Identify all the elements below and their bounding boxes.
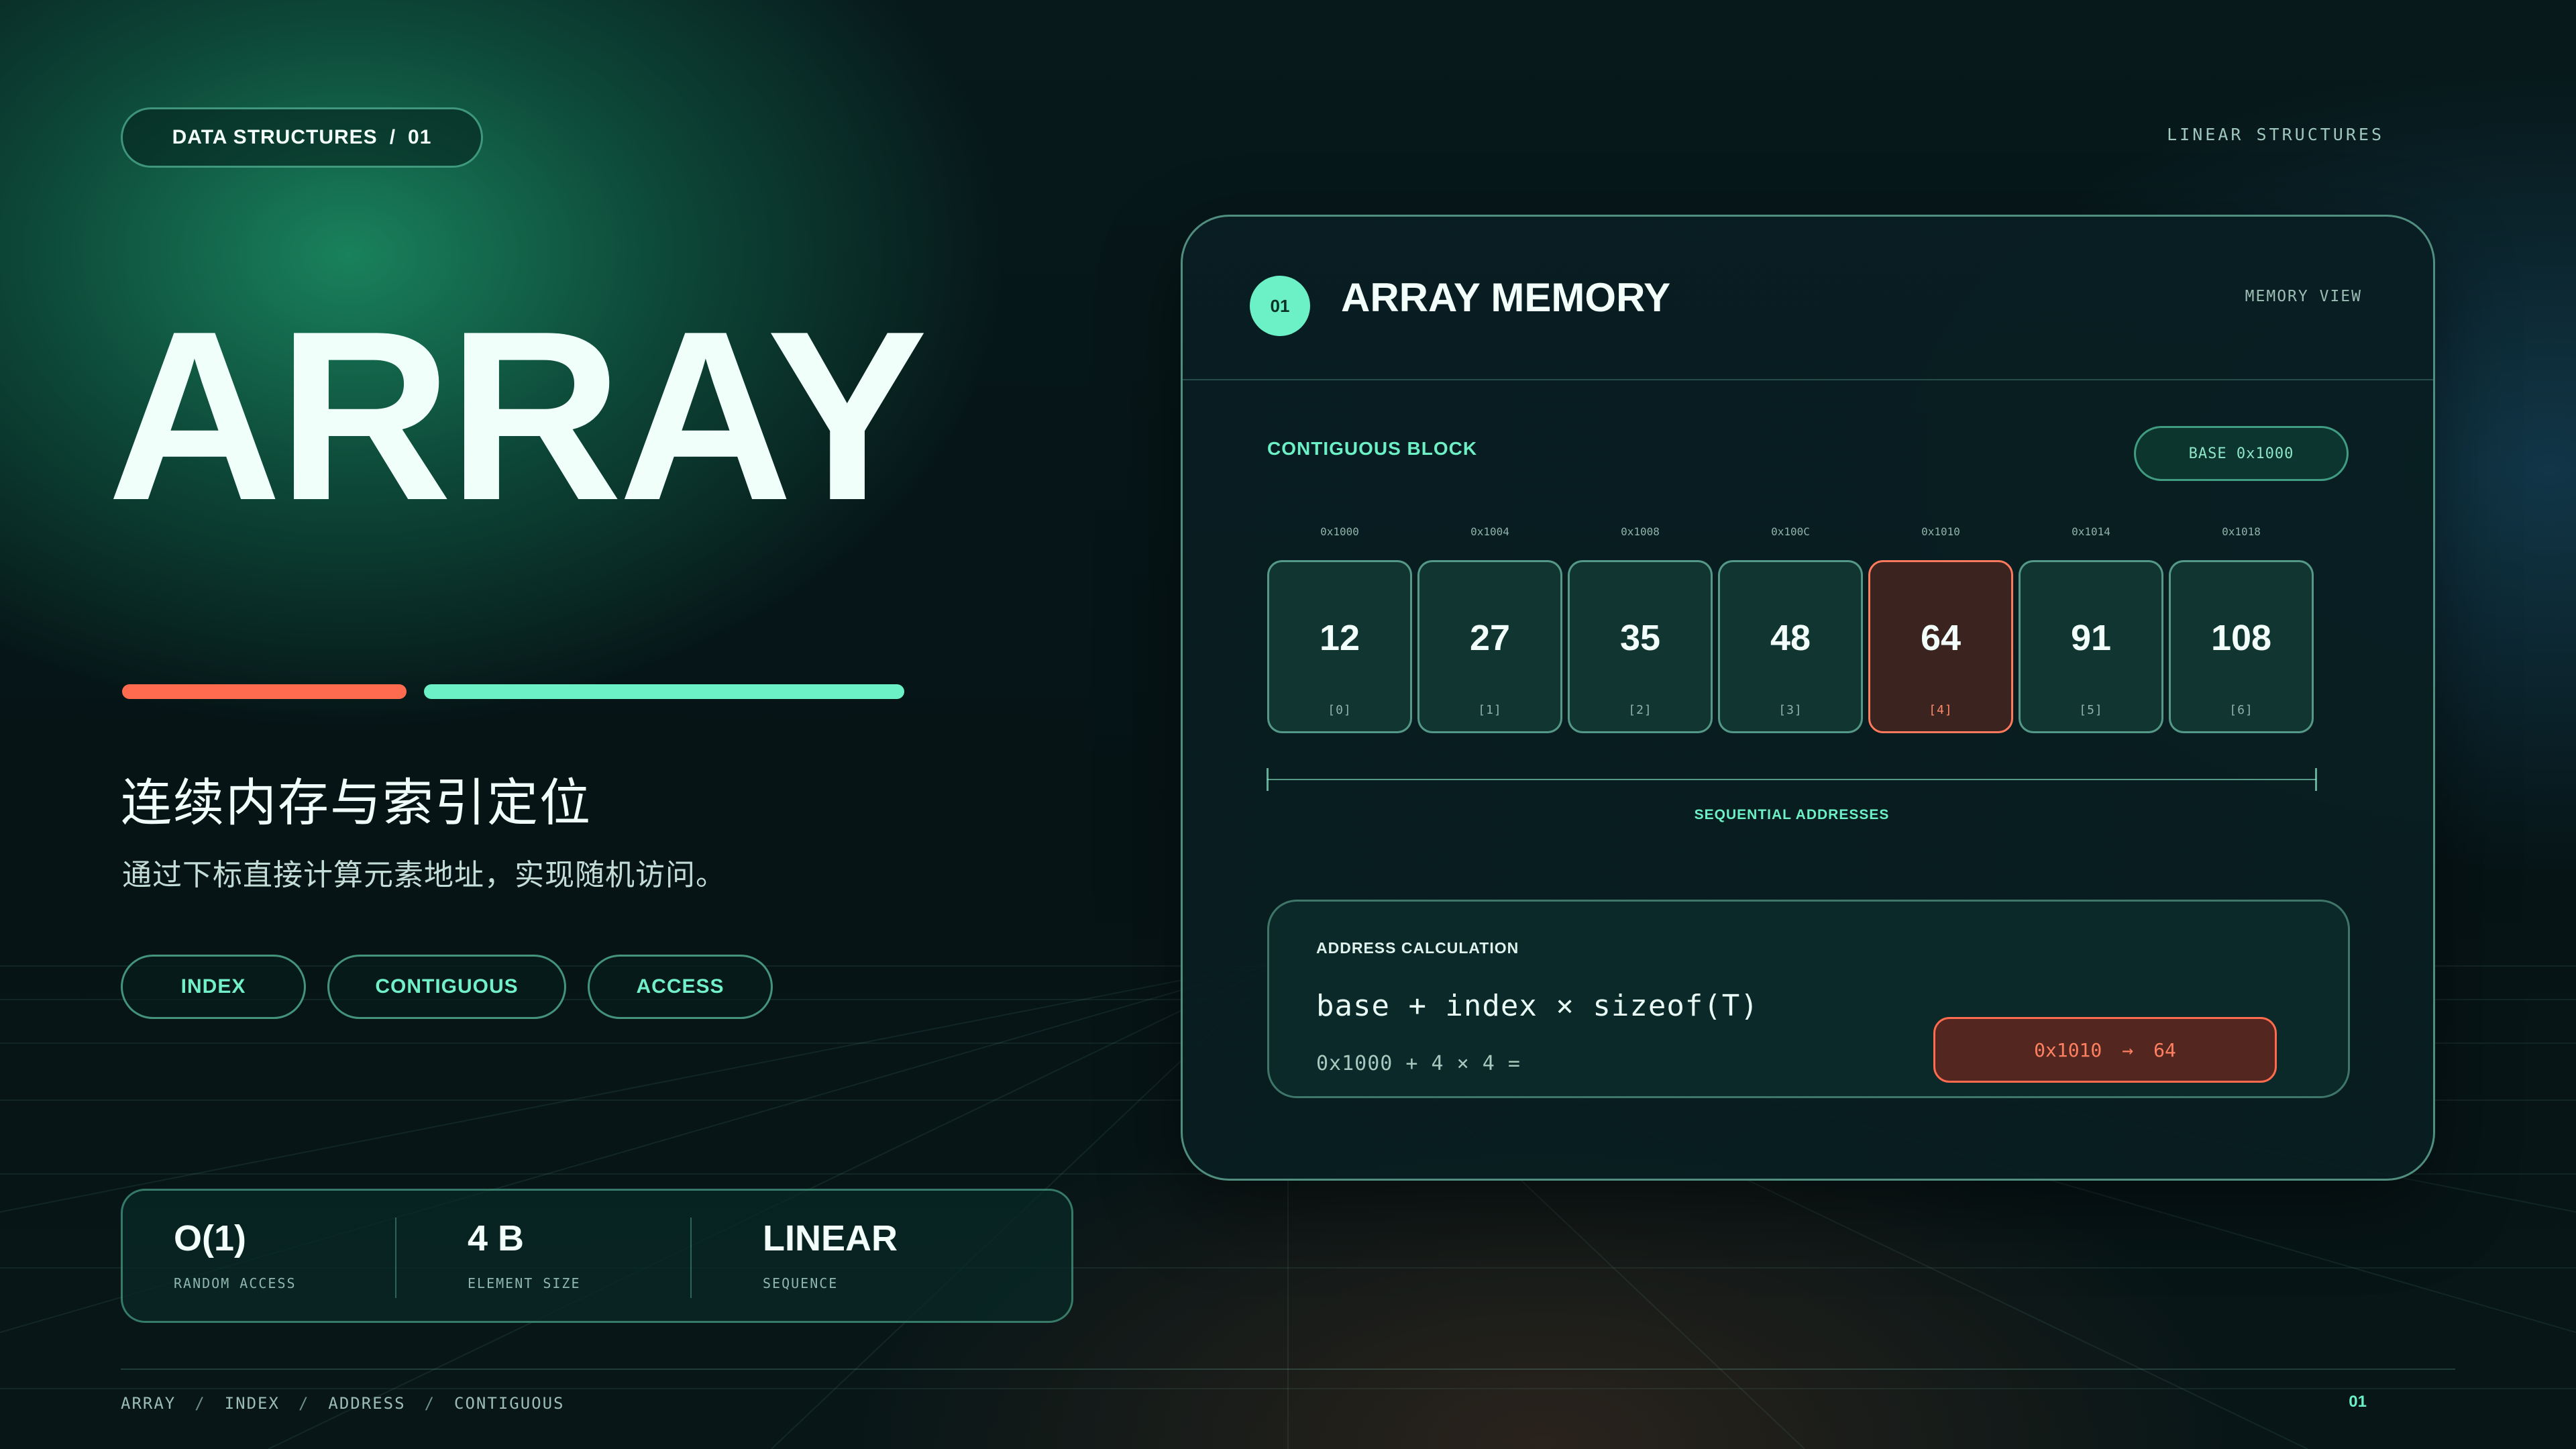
stat-value: 4 B — [468, 1218, 525, 1258]
section-tag-number: 01 — [408, 126, 432, 148]
address-calculation-panel: ADDRESS CALCULATION base + index × sizeo… — [1267, 900, 2350, 1098]
cell-address: 0x1000 — [1320, 525, 1359, 538]
cell-value: 27 — [1469, 618, 1511, 658]
stat-element-size: 4 B ELEMENT SIZE — [468, 1218, 581, 1291]
array-cell[interactable]: 27 [1] — [1417, 560, 1562, 733]
array-cell-highlighted[interactable]: 64 [4] — [1868, 560, 2013, 733]
cell-address: 0x100C — [1771, 525, 1810, 538]
chip-contiguous[interactable]: CONTIGUOUS — [327, 955, 566, 1019]
address-formula: base + index × sizeof(T) — [1316, 989, 1759, 1023]
cell-index: [4] — [1929, 703, 1953, 717]
bracket-tick — [2315, 768, 2317, 791]
arrow-right-icon: → — [2122, 1038, 2134, 1061]
cell-value: 12 — [1319, 618, 1360, 658]
hero-subtitle: 连续内存与索引定位 — [121, 773, 592, 833]
calc-label: ADDRESS CALCULATION — [1316, 939, 1519, 957]
footer-divider — [121, 1368, 2455, 1370]
cell-value: 48 — [1770, 618, 1811, 658]
formula-expression: 0x1000 + 4 × 4 = — [1316, 1052, 1521, 1075]
stats-panel: O(1) RANDOM ACCESS 4 B ELEMENT SIZE LINE… — [121, 1189, 1073, 1323]
result-pill: 0x1010 → 64 — [1933, 1017, 2277, 1083]
array-cell[interactable]: 91 [5] — [2019, 560, 2163, 733]
cell-index: [6] — [2229, 703, 2253, 717]
card-view-label: MEMORY VIEW — [2245, 288, 2362, 305]
breadcrumb: ARRAY / INDEX / ADDRESS / CONTIGUOUS — [121, 1394, 565, 1413]
cell-value: 35 — [1619, 618, 1661, 658]
stat-label: ELEMENT SIZE — [468, 1275, 581, 1291]
section-tag-pill: DATA STRUCTURES / 01 — [121, 107, 483, 168]
chip-access[interactable]: ACCESS — [588, 955, 773, 1019]
base-address-pill: BASE 0x1000 — [2134, 426, 2349, 481]
accent-bar-orange — [122, 684, 407, 699]
array-memory-card: 01 ARRAY MEMORY MEMORY VIEW CONTIGUOUS B… — [1181, 215, 2435, 1181]
result-value: 64 — [2153, 1038, 2176, 1061]
stat-divider — [690, 1218, 692, 1298]
breadcrumb-separator: / — [298, 1394, 310, 1413]
hero-title: ARRAY — [107, 281, 928, 551]
cell-index: [5] — [2079, 703, 2103, 717]
breadcrumb-item[interactable]: INDEX — [225, 1394, 280, 1413]
breadcrumb-item[interactable]: ARRAY — [121, 1394, 176, 1413]
card-number-badge: 01 — [1250, 276, 1310, 336]
card-divider — [1183, 379, 2433, 380]
cell-address: 0x1008 — [1621, 525, 1660, 538]
breadcrumb-item[interactable]: ADDRESS — [328, 1394, 405, 1413]
section-tag-label: DATA STRUCTURES — [172, 126, 378, 148]
array-cell[interactable]: 35 [2] — [1568, 560, 1713, 733]
stat-sequence: LINEAR SEQUENCE — [763, 1218, 898, 1291]
stat-random-access: O(1) RANDOM ACCESS — [174, 1218, 297, 1291]
stat-value: O(1) — [174, 1218, 246, 1258]
array-cell[interactable]: 12 [0] — [1267, 560, 1412, 733]
breadcrumb-separator: / — [195, 1394, 206, 1413]
contiguous-block-label: CONTIGUOUS BLOCK — [1267, 438, 1478, 459]
result-address: 0x1010 — [2034, 1038, 2102, 1061]
cell-index: [2] — [1628, 703, 1652, 717]
card-title: ARRAY MEMORY — [1341, 275, 1671, 320]
breadcrumb-item[interactable]: CONTIGUOUS — [454, 1394, 565, 1413]
stat-value: LINEAR — [763, 1218, 898, 1258]
cell-address: 0x1010 — [1921, 525, 1960, 538]
breadcrumb-separator: / — [424, 1394, 436, 1413]
hero-description: 通过下标直接计算元素地址，实现随机访问。 — [122, 858, 726, 892]
sequence-bracket — [1267, 779, 2316, 780]
stat-label: RANDOM ACCESS — [174, 1275, 297, 1291]
slide: DATA STRUCTURES / 01 LINEAR STRUCTURES A… — [0, 0, 2576, 1449]
array-cell[interactable]: 48 [3] — [1718, 560, 1863, 733]
cell-index: [0] — [1328, 703, 1352, 717]
accent-bar-mint — [424, 684, 904, 699]
stat-label: SEQUENCE — [763, 1275, 839, 1291]
cell-value: 64 — [1920, 618, 1962, 658]
page-number: 01 — [2349, 1393, 2367, 1411]
cell-value: 91 — [2070, 618, 2112, 658]
cell-index: [3] — [1778, 703, 1803, 717]
stat-divider — [395, 1218, 396, 1298]
section-tag-separator: / — [389, 126, 396, 148]
bracket-tick — [1267, 768, 1269, 791]
cell-address: 0x1018 — [2222, 525, 2261, 538]
sequential-addresses-label: SEQUENTIAL ADDRESSES — [1694, 807, 1890, 822]
cell-address: 0x1014 — [2072, 525, 2110, 538]
cell-value: 108 — [2210, 618, 2272, 658]
chip-index[interactable]: INDEX — [121, 955, 306, 1019]
cell-index: [1] — [1478, 703, 1502, 717]
category-label: LINEAR STRUCTURES — [2167, 125, 2384, 144]
cell-address: 0x1004 — [1470, 525, 1509, 538]
array-cell[interactable]: 108 [6] — [2169, 560, 2314, 733]
